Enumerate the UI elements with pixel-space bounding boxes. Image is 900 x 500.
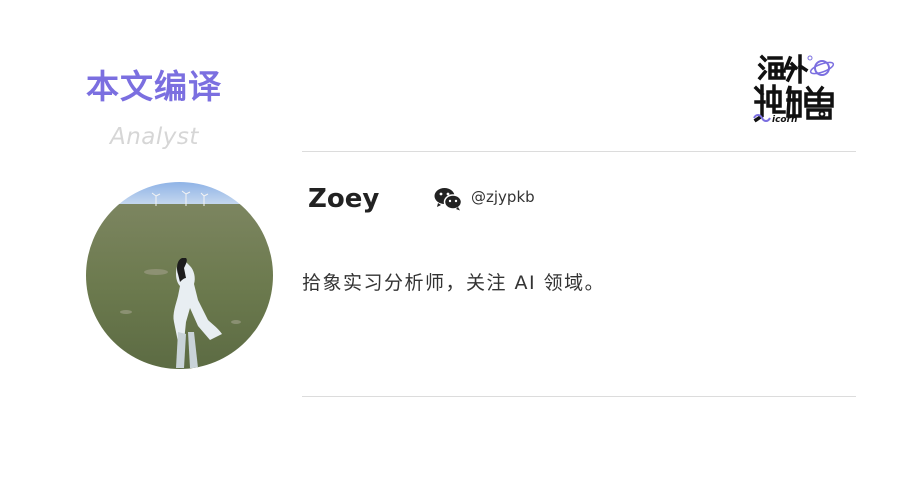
logo-unicorn-mark: icorn: [753, 114, 797, 124]
logo-lettering: [753, 54, 834, 123]
top-divider: [302, 151, 856, 152]
svg-text:icorn: icorn: [772, 115, 797, 124]
planet-icon: [807, 55, 835, 76]
section-subtitle: Analyst: [110, 124, 199, 150]
author-bio: 拾象实习分析师，关注 AI 领域。: [302, 272, 606, 294]
avatar-photo: [86, 182, 273, 369]
author-avatar: [86, 182, 273, 369]
bottom-divider: [302, 396, 856, 397]
author-name: Zoey: [308, 184, 380, 214]
wechat-icon: [434, 188, 462, 211]
section-title: 本文编译: [86, 67, 222, 106]
brand-logo: icorn: [753, 54, 835, 124]
wechat-handle: @zjypkb: [471, 188, 535, 206]
